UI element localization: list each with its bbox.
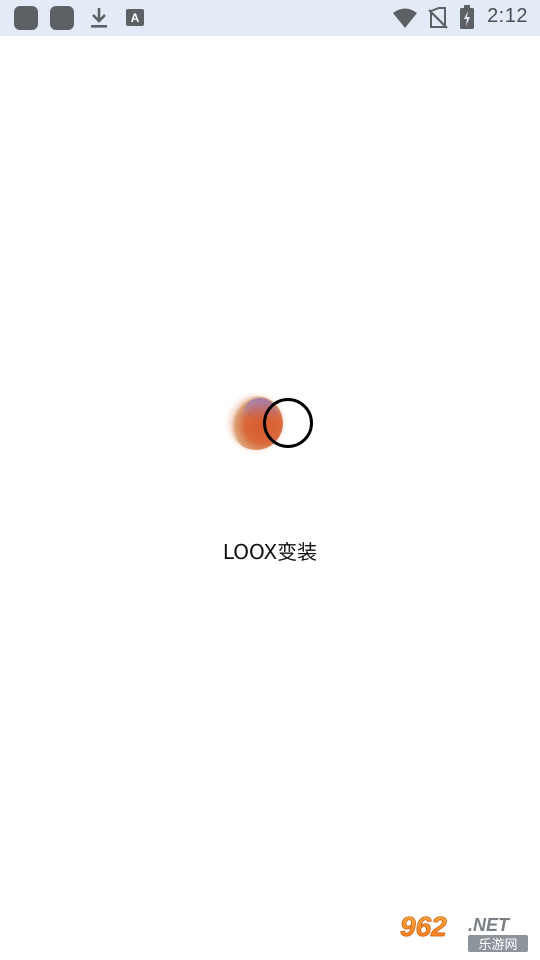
watermark-number: 962 <box>400 911 447 942</box>
download-icon <box>91 8 107 28</box>
splash-screen: A 2:12 LOOX变装 962 .NET 乐游网 <box>0 0 540 960</box>
watermark-tagline: 乐游网 <box>478 938 517 953</box>
wifi-icon <box>393 8 417 28</box>
watermark-suffix: .NET <box>468 915 511 935</box>
app-name: LOOX变装 <box>222 540 318 564</box>
status-time: 2:12 <box>487 5 528 27</box>
app-icon <box>14 6 38 30</box>
no-sim-icon <box>428 7 448 29</box>
svg-text:A: A <box>131 11 140 25</box>
watermark-logo: 962 .NET 乐游网 <box>400 911 528 953</box>
battery-charging-icon <box>460 5 474 29</box>
app-logo <box>227 394 313 452</box>
status-bar: A 2:12 <box>0 0 540 36</box>
font-a-icon: A <box>126 9 144 26</box>
app-icon <box>50 6 74 30</box>
